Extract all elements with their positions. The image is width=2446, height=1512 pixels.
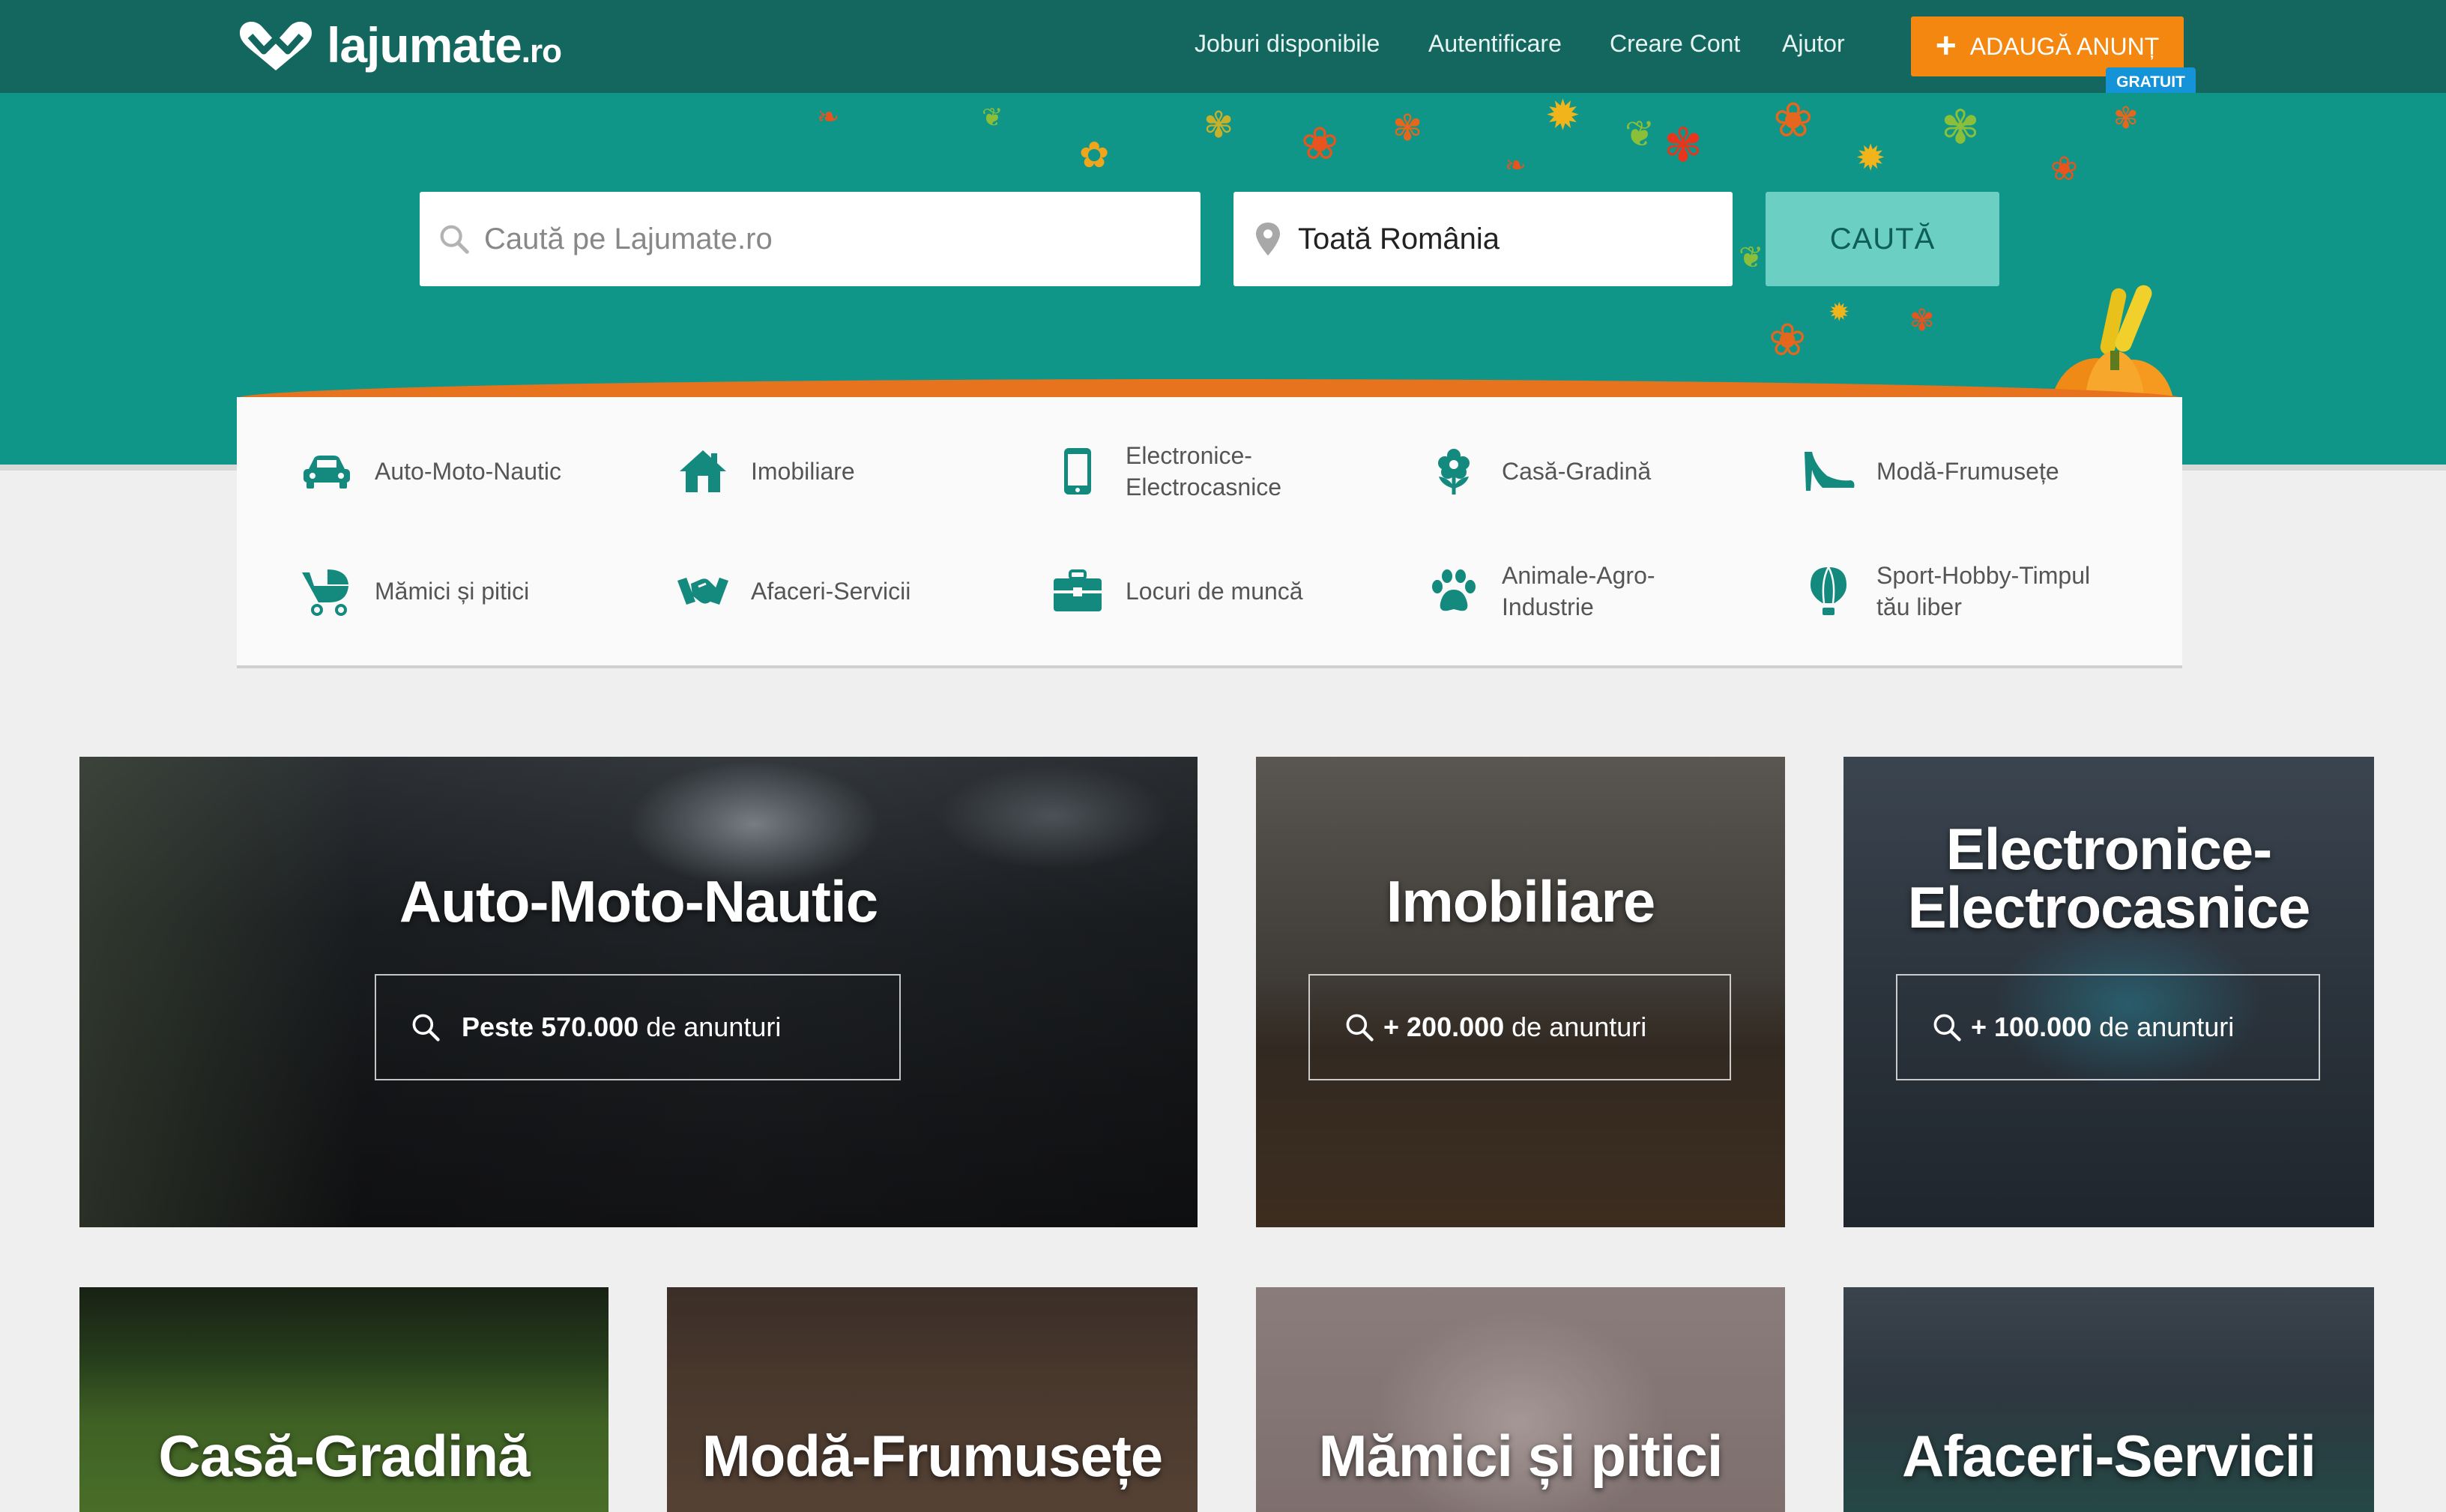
car-icon — [297, 441, 357, 501]
search-icon — [1933, 1014, 1961, 1041]
category-imobiliare[interactable]: Imobiliare — [673, 438, 855, 505]
leaf-icon: ✾ — [1204, 106, 1234, 145]
category-sport-hobby[interactable]: Sport-Hobby-Timpul tău liber — [1799, 557, 2090, 625]
category-label: Mămici și pitici — [375, 578, 530, 605]
leaf-icon: ❧ — [1505, 151, 1527, 180]
tile-afaceri-servicii[interactable]: Afaceri-Servicii — [1843, 1287, 2374, 1512]
briefcase-icon — [1048, 561, 1108, 621]
category-animale[interactable]: Animale-Agro- Industrie — [1424, 557, 1655, 625]
plus-icon: + — [1935, 26, 1957, 66]
tile-title: Imobiliare — [1386, 868, 1655, 934]
category-label: Modă-Frumusețe — [1876, 458, 2059, 485]
tile-title: Afaceri-Servicii — [1902, 1423, 2316, 1489]
tile-count-suffix: de anunturi — [646, 1011, 782, 1042]
category-electronice[interactable]: Electronice- Electrocasnice — [1048, 438, 1281, 505]
search-icon — [1346, 1014, 1374, 1041]
location-input[interactable]: Toată România — [1233, 192, 1733, 286]
leaf-icon: ✾ — [1392, 109, 1423, 148]
nav-jobs-link[interactable]: Joburi disponibile — [1195, 30, 1380, 58]
category-auto[interactable]: Auto-Moto-Nautic — [297, 438, 561, 505]
top-header: lajumate.ro Joburi disponibile Autentifi… — [0, 0, 2446, 97]
search-icon — [412, 1014, 440, 1041]
leaf-icon: ❧ — [817, 101, 840, 132]
tile-imobiliare[interactable]: Imobiliare + 200.000 de anunturi — [1256, 757, 1785, 1227]
tile-count-number: Peste 570.000 — [462, 1011, 639, 1042]
tile-moda-frumusete[interactable]: Modă-Frumusețe — [667, 1287, 1198, 1512]
stroller-icon — [297, 561, 357, 621]
category-mamici[interactable]: Mămici și pitici — [297, 557, 529, 625]
category-label: Auto-Moto-Nautic — [375, 458, 561, 485]
category-label: Afaceri-Servicii — [751, 578, 911, 605]
leaf-icon: ❦ — [1739, 241, 1764, 274]
leaf-icon: ❀ — [1773, 93, 1814, 147]
leaf-icon: ❀ — [2050, 151, 2078, 187]
category-label: Imobiliare — [751, 458, 855, 485]
location-value: Toată România — [1298, 222, 1500, 255]
search-button[interactable]: CAUTĂ — [1766, 192, 1999, 286]
leaf-icon: ✹ — [1829, 298, 1850, 327]
categories-panel: Auto-Moto-Nautic Imobiliare Electronice-… — [237, 397, 2182, 668]
tile-count-box: + 200.000 de anunturi — [1308, 974, 1731, 1080]
tile-title: Casă-Gradină — [158, 1423, 530, 1489]
tile-title: Electronice- Electrocasnice — [1907, 816, 2311, 940]
search-placeholder: Caută pe Lajumate.ro — [484, 222, 773, 255]
category-label: Animale-Agro- Industrie — [1502, 562, 1655, 620]
tile-casa-gradina[interactable]: Casă-Gradină — [79, 1287, 609, 1512]
category-moda[interactable]: Modă-Frumusețe — [1799, 438, 2059, 505]
paw-icon — [1424, 561, 1484, 621]
leaf-icon: ✾ — [1664, 120, 1703, 172]
leaf-icon: ✾ — [2113, 102, 2139, 135]
leaf-icon: ❦ — [982, 103, 1003, 132]
logo-text: lajumate.ro — [327, 17, 562, 73]
tile-count-box: Peste 570.000 de anunturi — [375, 974, 901, 1080]
tile-title: Modă-Frumusețe — [701, 1423, 1163, 1489]
search-input[interactable]: Caută pe Lajumate.ro — [420, 192, 1201, 286]
tile-title: Auto-Moto-Nautic — [399, 868, 878, 934]
tile-count-number: + 200.000 — [1383, 1011, 1505, 1042]
category-casa-gradina[interactable]: Casă-Gradină — [1424, 438, 1651, 505]
search-icon — [436, 221, 472, 257]
nav-login-link[interactable]: Autentificare — [1428, 30, 1562, 58]
handshake-icon — [673, 561, 733, 621]
tile-auto-moto-nautic[interactable]: Auto-Moto-Nautic Peste 570.000 de anuntu… — [79, 757, 1198, 1227]
tile-title: Mămici și pitici — [1318, 1423, 1724, 1489]
nav-help-link[interactable]: Ajutor — [1782, 30, 1845, 58]
tile-electronice[interactable]: Electronice- Electrocasnice + 100.000 de… — [1843, 757, 2374, 1227]
map-pin-icon — [1250, 221, 1286, 257]
leaf-icon: ✾ — [1941, 102, 1980, 154]
category-locuri-munca[interactable]: Locuri de muncă — [1048, 557, 1303, 625]
phone-icon — [1048, 441, 1108, 501]
category-label: Locuri de muncă — [1126, 578, 1303, 605]
house-icon — [673, 441, 733, 501]
flower-icon — [1424, 441, 1484, 501]
leaf-icon: ❀ — [1769, 315, 1807, 365]
leaf-icon: ✹ — [1855, 139, 1886, 178]
category-label: Casă-Gradină — [1502, 458, 1652, 485]
balloon-icon — [1799, 561, 1858, 621]
leaf-icon: ✿ — [1079, 136, 1110, 175]
category-label: Electronice- Electrocasnice — [1126, 442, 1282, 501]
leaf-icon: ✹ — [1545, 93, 1580, 139]
high-heel-icon — [1799, 441, 1858, 501]
tile-count-suffix: de anunturi — [2099, 1011, 2235, 1042]
site-logo[interactable]: lajumate.ro — [234, 15, 562, 75]
category-label: Sport-Hobby-Timpul tău liber — [1876, 562, 2091, 620]
tile-count-suffix: de anunturi — [1512, 1011, 1647, 1042]
add-listing-label: ADAUGĂ ANUNȚ — [1969, 32, 2160, 60]
leaf-icon: ❀ — [1301, 118, 1339, 169]
leaf-icon: ✾ — [1909, 304, 1935, 337]
logo-heart-icon — [240, 22, 312, 70]
nav-register-link[interactable]: Creare Cont — [1610, 30, 1740, 58]
category-afaceri[interactable]: Afaceri-Servicii — [673, 557, 911, 625]
tile-mamici-pitici[interactable]: Mămici și pitici — [1256, 1287, 1785, 1512]
tile-count-number: + 100.000 — [1971, 1011, 2092, 1042]
tile-count-box: + 100.000 de anunturi — [1896, 974, 2320, 1080]
leaf-icon: ❦ — [1625, 115, 1655, 154]
